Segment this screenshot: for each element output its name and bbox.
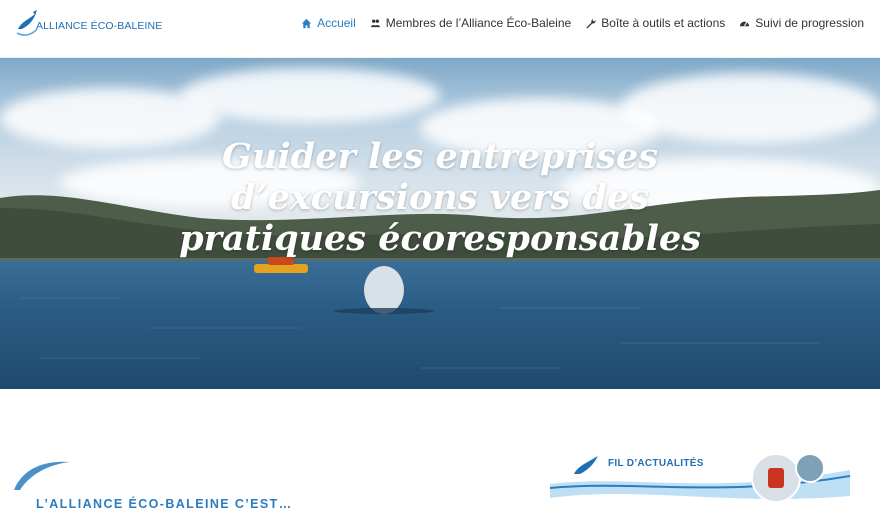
boat bbox=[254, 264, 308, 273]
nav-item-accueil[interactable]: Accueil bbox=[301, 16, 356, 30]
hero-banner: Guider les entreprises d’excursions vers… bbox=[0, 58, 880, 389]
dashboard-icon bbox=[740, 21, 750, 26]
nav-label: Accueil bbox=[317, 16, 356, 30]
members-icon bbox=[370, 19, 380, 27]
section-heading: L’ALLIANCE ÉCO-BALEINE C’EST… bbox=[36, 497, 293, 511]
nav-item-suivi[interactable]: Suivi de progression bbox=[739, 16, 864, 30]
site-logo[interactable]: ALLIANCE ÉCO-BALEINE bbox=[16, 9, 162, 41]
nav-item-boite-outils[interactable]: Boîte à outils et actions bbox=[585, 16, 725, 30]
news-banner-graphic bbox=[549, 453, 851, 503]
news-feed-banner[interactable]: FIL D’ACTUALITÉS bbox=[549, 446, 851, 506]
wrench-icon bbox=[586, 18, 596, 29]
hero-title: Guider les entreprises d’excursions vers… bbox=[179, 136, 701, 259]
nav-label: Boîte à outils et actions bbox=[601, 16, 726, 30]
news-feed-label: FIL D’ACTUALITÉS bbox=[608, 458, 704, 469]
nav-item-membres[interactable]: Membres de l’Alliance Éco-Baleine bbox=[370, 16, 571, 30]
main-nav: Accueil Membres de l’Alliance Éco-Balein… bbox=[301, 16, 864, 30]
whale-spout bbox=[364, 266, 404, 314]
home-icon bbox=[301, 18, 312, 28]
nav-label: Suivi de progression bbox=[755, 16, 864, 30]
brand-name: ALLIANCE ÉCO-BALEINE bbox=[36, 20, 163, 32]
whale-logo-icon bbox=[16, 10, 38, 36]
swoosh-icon bbox=[14, 461, 70, 490]
site-header: ALLIANCE ÉCO-BALEINE Accueil Membres de … bbox=[0, 0, 880, 58]
nav-label: Membres de l’Alliance Éco-Baleine bbox=[385, 16, 572, 30]
